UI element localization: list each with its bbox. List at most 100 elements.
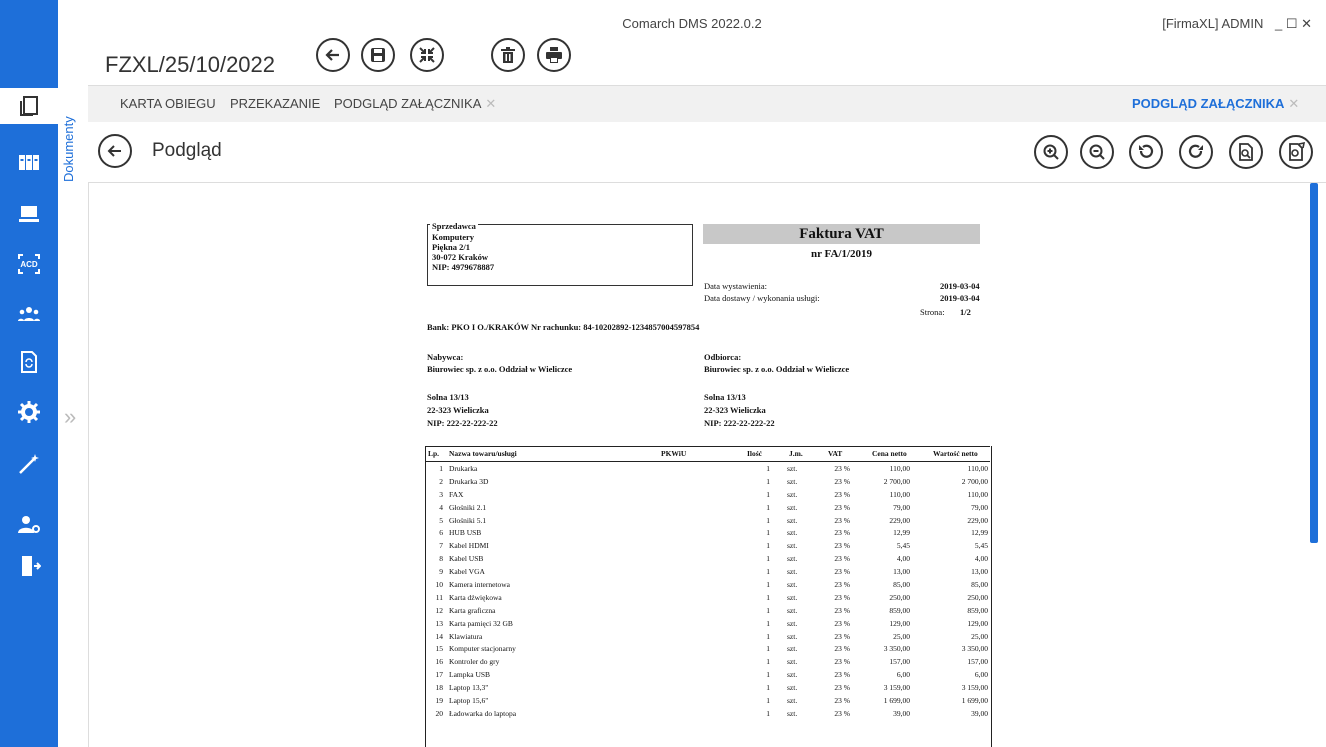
cell-name: Kamera internetowa (449, 580, 511, 590)
table-row: 6 HUB USB 1 szt. 23 % 12,99 12,99 (425, 526, 990, 539)
col-price: Cena netto (872, 449, 907, 458)
tab-przekazanie[interactable]: PRZEKAZANIE (230, 96, 320, 111)
cell-price: 1 699,00 (883, 696, 910, 706)
laptop-icon[interactable] (13, 198, 45, 230)
binders-icon[interactable] (13, 146, 45, 178)
back-button[interactable] (316, 38, 350, 72)
preview-back-button[interactable] (98, 134, 132, 168)
exit-icon[interactable] (13, 550, 45, 582)
cell-name: Klawiatura (449, 631, 483, 641)
fit-page-button[interactable] (1229, 135, 1263, 169)
cell-name: Komputer stacjonarny (449, 644, 516, 654)
documents-icon[interactable] (0, 88, 58, 124)
document-export-icon (1289, 142, 1306, 161)
arrow-left-icon (325, 49, 339, 61)
cell-unit: szt. (787, 541, 798, 551)
cell-vat: 23 % (834, 580, 850, 590)
tab-close-icon[interactable]: ✕ (485, 96, 496, 111)
cell-name: Kontroler do gry (449, 657, 500, 667)
cell-price: 13,00 (893, 567, 910, 577)
collapse-button[interactable] (410, 38, 444, 72)
cell-lp: 16 (435, 657, 444, 667)
arrow-left-icon (107, 145, 121, 157)
ocr-acd-icon[interactable]: ACD (13, 248, 45, 280)
cell-vat: 23 % (834, 683, 850, 693)
issue-date: 2019-03-04 (940, 281, 980, 291)
seller-box: Komputery Piękna 2/1 30-072 Kraków NIP: … (427, 224, 693, 286)
table-row: 19 Laptop 15,6" 1 szt. 23 % 1 699,00 1 699,00 (425, 694, 990, 707)
table-row: 9 Kabel VGA 1 szt. 23 % 13,00 13,00 (425, 565, 990, 578)
cell-value: 5,45 (974, 541, 988, 551)
print-button[interactable] (537, 38, 571, 72)
cell-unit: szt. (787, 515, 798, 525)
open-external-button[interactable] (1279, 135, 1313, 169)
cell-lp: 11 (435, 592, 443, 602)
seller-street: Piękna 2/1 (432, 242, 471, 252)
active-tab-close-icon[interactable]: ✕ (1288, 96, 1299, 111)
tab-podglad-zalacznika[interactable]: PODGLĄD ZAŁĄCZNIKA ✕ (334, 96, 496, 112)
minimize-icon[interactable]: _ (1275, 16, 1282, 31)
zoom-in-button[interactable] (1034, 135, 1068, 169)
cell-value: 110,00 (967, 489, 988, 499)
cell-lp: 17 (435, 670, 444, 680)
rotate-right-button[interactable] (1179, 135, 1213, 169)
cell-unit: szt. (787, 554, 798, 564)
preview-scrollbar[interactable] (1310, 183, 1318, 543)
cell-price: 5,45 (896, 541, 910, 551)
cell-price: 110,00 (889, 464, 910, 473)
cell-price: 12,99 (893, 528, 910, 538)
gear-icon[interactable] (13, 396, 45, 428)
cell-qty: 1 (766, 554, 770, 564)
tab-karta-obiegu[interactable]: KARTA OBIEGU (120, 96, 216, 111)
cell-lp: 7 (439, 541, 443, 551)
user-settings-icon[interactable] (13, 508, 45, 540)
cell-name: Ładowarka do laptopa (449, 708, 517, 718)
cell-vat: 23 % (834, 670, 850, 680)
items-table-header: Lp. Nazwa towaru/usługi PKWiU Ilość J.m.… (425, 446, 990, 462)
active-tab-podglad-zalacznika[interactable]: PODGLĄD ZAŁĄCZNIKA ✕ (1132, 96, 1299, 112)
cell-qty: 1 (766, 502, 770, 512)
col-value: Wartość netto (933, 449, 978, 458)
cell-lp: 2 (439, 476, 443, 486)
cell-name: Drukarka 3D (449, 476, 489, 486)
delete-button[interactable] (491, 38, 525, 72)
cell-unit: szt. (787, 696, 798, 706)
close-icon[interactable]: ✕ (1301, 16, 1312, 31)
cell-unit: szt. (787, 631, 798, 641)
items-table: Lp. Nazwa towaru/usługi PKWiU Ilość J.m.… (425, 446, 990, 720)
cell-qty: 1 (766, 476, 770, 486)
cell-value: 859,00 (967, 605, 988, 615)
rotate-right-icon (1188, 144, 1203, 158)
cell-value: 157,00 (967, 657, 988, 667)
cell-price: 859,00 (889, 605, 910, 615)
app-sidebar: ACD (0, 0, 58, 747)
documents-side-tab[interactable]: Dokumenty (61, 92, 83, 182)
cell-value: 110,00 (967, 464, 988, 473)
cell-vat: 23 % (834, 644, 850, 654)
cell-price: 39,00 (893, 708, 910, 718)
users-group-icon[interactable] (13, 298, 45, 330)
cell-name: Kabel USB (449, 554, 484, 564)
save-button[interactable] (361, 38, 395, 72)
magic-wand-icon[interactable] (13, 448, 45, 480)
document-sync-icon[interactable] (13, 346, 45, 378)
cell-lp: 3 (439, 489, 443, 499)
cell-value: 13,00 (971, 567, 988, 577)
table-row: 7 Kabel HDMI 1 szt. 23 % 5,45 5,45 (425, 539, 990, 552)
table-row: 15 Komputer stacjonarny 1 szt. 23 % 3 350,00 3… (425, 642, 990, 655)
cell-vat: 23 % (834, 541, 850, 551)
rotate-left-button[interactable] (1129, 135, 1163, 169)
maximize-icon[interactable]: ☐ (1286, 16, 1298, 31)
col-unit: J.m. (789, 449, 803, 458)
zoom-out-button[interactable] (1080, 135, 1114, 169)
cell-value: 4,00 (974, 554, 988, 564)
cell-qty: 1 (766, 567, 770, 577)
tabs-bar: KARTA OBIEGU PRZEKAZANIE PODGLĄD ZAŁĄCZN… (88, 85, 1326, 123)
expand-panel-chevron-icon[interactable]: » (64, 404, 76, 430)
cell-value: 250,00 (967, 592, 988, 602)
cell-name: Laptop 15,6" (449, 696, 489, 706)
table-row: 20 Ładowarka do laptopa 1 szt. 23 % 39,00 39,0… (425, 707, 990, 720)
cell-unit: szt. (787, 708, 798, 718)
cell-vat: 23 % (834, 567, 850, 577)
cell-name: Kabel VGA (449, 567, 485, 577)
